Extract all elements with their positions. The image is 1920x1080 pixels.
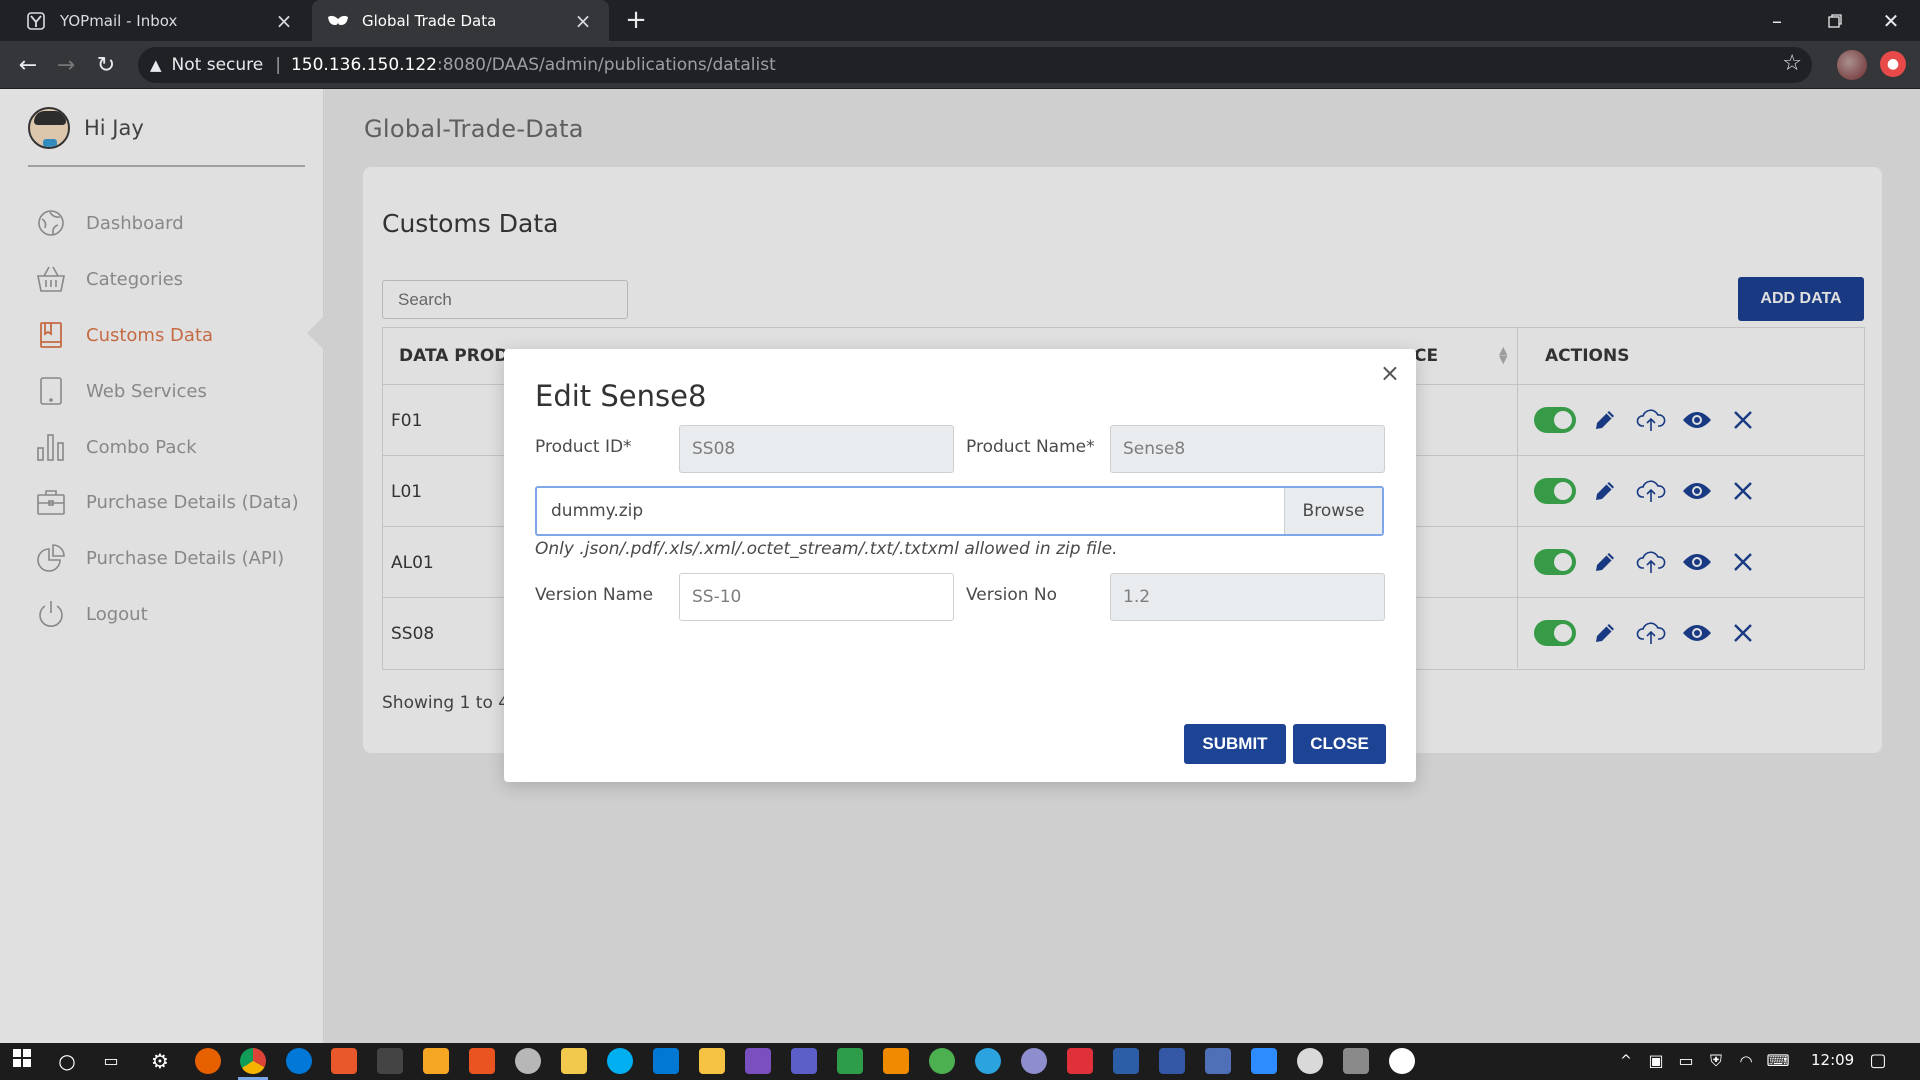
tray-chevron-icon[interactable]: ^ xyxy=(1612,1047,1640,1075)
app-icon[interactable] xyxy=(1205,1048,1231,1074)
search-icon[interactable]: ○ xyxy=(53,1047,81,1075)
sticky-notes-icon[interactable] xyxy=(561,1048,587,1074)
file-format-hint: Only .json/.pdf/.xls/.xml/.octet_stream/… xyxy=(535,539,1118,559)
tab-title: Global Trade Data xyxy=(362,11,497,30)
zoom-icon[interactable] xyxy=(1251,1048,1277,1074)
reload-icon[interactable]: ↻ xyxy=(90,49,122,81)
vlc-icon[interactable] xyxy=(883,1048,909,1074)
app-icon[interactable] xyxy=(1389,1048,1415,1074)
yopmail-favicon-icon xyxy=(26,11,46,31)
sublime-icon[interactable] xyxy=(423,1048,449,1074)
version-name-field[interactable]: SS-10 xyxy=(679,573,954,621)
product-id-field: SS08 xyxy=(679,425,954,473)
app-icon[interactable] xyxy=(1021,1048,1047,1074)
restore-icon[interactable] xyxy=(1806,0,1864,41)
telegram-icon[interactable] xyxy=(975,1048,1001,1074)
version-name-label: Version Name xyxy=(535,585,654,605)
forward-icon[interactable]: → xyxy=(50,49,82,81)
outlook-icon[interactable] xyxy=(653,1048,679,1074)
notification-icon[interactable]: ▢ xyxy=(1864,1047,1892,1075)
app-icon[interactable] xyxy=(929,1048,955,1074)
modal-title: Edit Sense8 xyxy=(535,379,707,413)
excel-icon[interactable] xyxy=(837,1048,863,1074)
file-name: dummy.zip xyxy=(551,501,644,521)
browser-toolbar: ← → ↻ ▲ Not secure | 150.136.150.122 :80… xyxy=(0,41,1920,89)
modal-close-icon[interactable]: × xyxy=(1380,359,1400,387)
app-icon[interactable] xyxy=(469,1048,495,1074)
clock-time[interactable]: 12:09 xyxy=(1811,1051,1854,1069)
onenote-icon[interactable] xyxy=(745,1048,771,1074)
tray-app-icon[interactable]: ▣ xyxy=(1642,1047,1670,1075)
task-view-icon[interactable]: ▭ xyxy=(97,1047,125,1075)
close-window-icon[interactable]: ✕ xyxy=(1862,0,1920,41)
shield-icon[interactable]: ⛨ xyxy=(1702,1047,1730,1075)
tab-title: YOPmail - Inbox xyxy=(60,11,178,30)
app-icon[interactable] xyxy=(1297,1048,1323,1074)
minimize-icon[interactable]: – xyxy=(1748,0,1806,41)
windows-start-icon[interactable] xyxy=(8,1047,36,1075)
chrome-icon[interactable] xyxy=(240,1048,266,1074)
skype-icon[interactable] xyxy=(607,1048,633,1074)
mask-favicon-icon xyxy=(328,11,348,31)
product-name-label: Product Name* xyxy=(966,437,1095,457)
extension-icon[interactable]: ● xyxy=(1880,51,1906,77)
profile-avatar[interactable] xyxy=(1837,50,1867,80)
teams-icon[interactable] xyxy=(791,1048,817,1074)
tab-close-icon[interactable]: × xyxy=(274,9,294,33)
version-no-field: 1.2 xyxy=(1110,573,1385,621)
app-icon[interactable] xyxy=(331,1048,357,1074)
firefox-icon[interactable] xyxy=(195,1048,221,1074)
app-icon[interactable] xyxy=(1343,1048,1369,1074)
settings-gear-icon[interactable]: ⚙ xyxy=(146,1047,174,1075)
edit-modal: × Edit Sense8 Product ID* SS08 Product N… xyxy=(504,349,1416,782)
tab-yopmail[interactable]: YOPmail - Inbox × xyxy=(10,0,310,41)
close-button[interactable]: CLOSE xyxy=(1293,724,1386,764)
wifi-icon[interactable]: ◠ xyxy=(1732,1047,1760,1075)
address-separator: | xyxy=(275,55,281,75)
browse-button[interactable]: Browse xyxy=(1284,488,1382,534)
windows-taskbar: ○ ▭ ⚙ ^ ▣ ▭ ⛨ ◠ ⌨ 12:09 ▢ xyxy=(0,1043,1920,1080)
app-icon[interactable] xyxy=(1113,1048,1139,1074)
bookmark-star-icon[interactable]: ☆ xyxy=(1782,51,1802,76)
file-upload-field[interactable]: dummy.zip Browse xyxy=(535,486,1384,536)
url-path: :8080/DAAS/admin/publications/datalist xyxy=(437,55,776,75)
back-icon[interactable]: ← xyxy=(12,49,44,81)
version-no-label: Version No xyxy=(966,585,1058,605)
product-id-label: Product ID* xyxy=(535,437,632,457)
warning-icon: ▲ xyxy=(150,56,162,74)
tab-close-icon[interactable]: × xyxy=(573,9,593,33)
security-label: Not secure xyxy=(171,55,264,75)
battery-icon[interactable]: ▭ xyxy=(1672,1047,1700,1075)
url-host: 150.136.150.122 xyxy=(290,55,437,75)
submit-button[interactable]: SUBMIT xyxy=(1184,724,1286,764)
tab-global-trade-data[interactable]: Global Trade Data × xyxy=(312,0,609,41)
edge-icon[interactable] xyxy=(286,1048,312,1074)
new-tab-icon[interactable]: + xyxy=(622,7,650,35)
address-bar[interactable]: ▲ Not secure | 150.136.150.122 :8080/DAA… xyxy=(138,47,1812,83)
product-name-field: Sense8 xyxy=(1110,425,1385,473)
anydesk-icon[interactable] xyxy=(1067,1048,1093,1074)
keyboard-icon[interactable]: ⌨ xyxy=(1764,1047,1792,1075)
terminal-icon[interactable] xyxy=(377,1048,403,1074)
app-icon[interactable] xyxy=(1159,1048,1185,1074)
file-explorer-icon[interactable] xyxy=(699,1048,725,1074)
app-icon[interactable] xyxy=(515,1048,541,1074)
browser-tab-bar: YOPmail - Inbox × Global Trade Data × + … xyxy=(0,0,1920,41)
